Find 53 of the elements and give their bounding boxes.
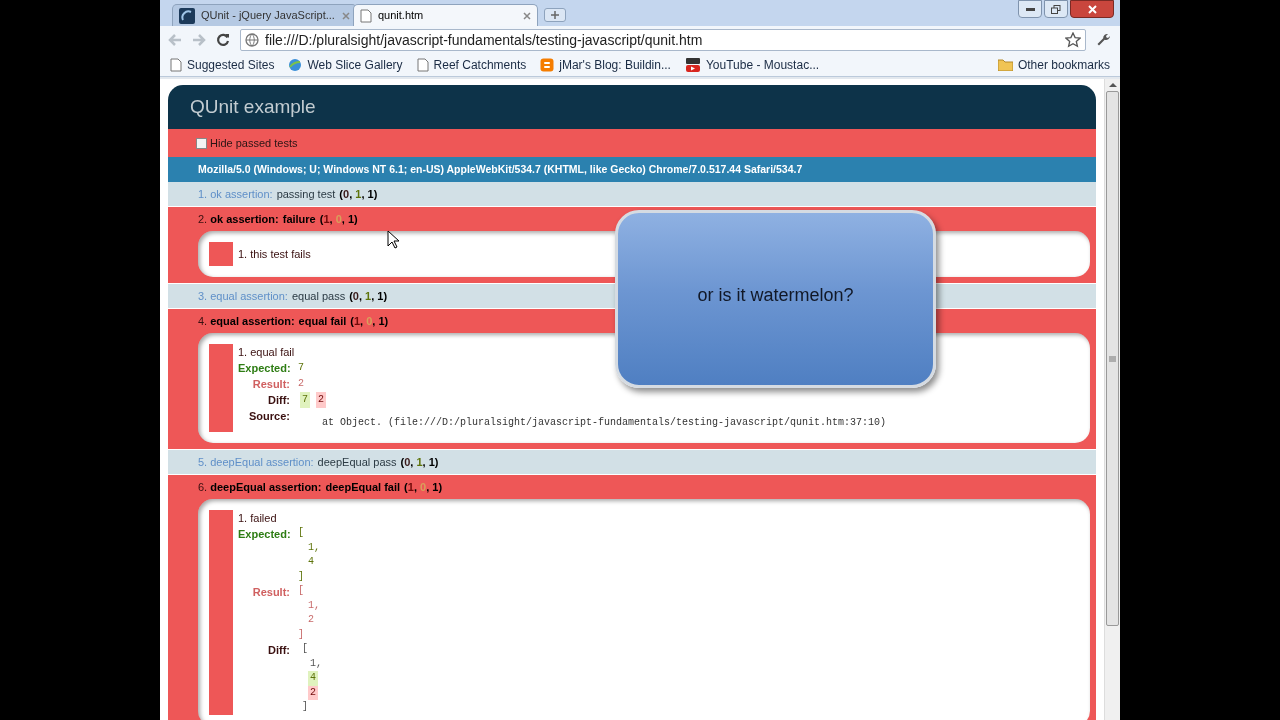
test-module: 6. deepEqual assertion: <box>198 479 322 495</box>
tab-title: QUnit - jQuery JavaScript... <box>201 8 336 24</box>
test-name: equal pass <box>291 288 346 304</box>
test-module: 3. equal assertion: <box>198 288 288 304</box>
value-text: ] <box>298 569 304 584</box>
field-label: Diff: <box>267 393 290 408</box>
test-counts: (1, 0, 1) <box>404 479 443 495</box>
value-text: 2 <box>308 613 314 627</box>
test-counts: (0, 1, 1) <box>349 288 388 304</box>
test-name: equal fail <box>298 313 347 329</box>
inserted-text: 4 <box>308 671 318 686</box>
value-text: 1, <box>308 540 320 555</box>
callout-text: or is it watermelon? <box>697 283 854 307</box>
test-name: deepEqual fail <box>325 479 401 495</box>
field-label: Diff: <box>267 643 290 658</box>
test-module: 2. ok assertion: <box>198 211 279 227</box>
value-text: 4 <box>308 555 314 569</box>
diff-text: 1, <box>309 656 323 671</box>
inserted-text: 7 <box>300 392 310 408</box>
page-title: QUnit example <box>190 94 316 119</box>
field-label: Source: <box>248 409 290 424</box>
test-name: passing test <box>276 186 336 202</box>
field-label: Result: <box>251 377 290 392</box>
field-label: Result: <box>251 585 290 600</box>
value-text: ] <box>298 627 304 642</box>
field-label: Expected: <box>238 361 290 376</box>
test-module: 5. deepEqual assertion: <box>198 454 314 470</box>
diff-text: [ <box>301 642 309 656</box>
assertion-message: 1. failed <box>238 511 278 526</box>
test-counts: (0, 1, 1) <box>400 454 439 470</box>
test-counts: (0, 1, 1) <box>339 186 378 202</box>
user-agent-text: Mozilla/5.0 (Windows; U; Windows NT 6.1; en-US) AppleWebKit/534.7 (KHTML, like Gecko) Chrome/7.0.517.44 Safari/534.7 <box>198 161 803 177</box>
diff-text: ] <box>301 700 309 714</box>
value-text: 2 <box>298 377 304 391</box>
source-text: at Object. (file:///D:/pluralsight/javascript-fundamentals/testing-javascript/qunit.htm:37:10) <box>322 417 887 428</box>
url-text: file:///D:/pluralsight/javascript-fundamentals/testing-javascript/qunit.htm <box>265 30 704 50</box>
test-module: 1. ok assertion: <box>198 186 273 202</box>
field-label: Expected: <box>238 527 290 542</box>
tab-title: qunit.htm <box>378 8 425 24</box>
test-counts: (1, 0, 1) <box>350 313 389 329</box>
value-text: 7 <box>298 361 304 375</box>
value-text: [ <box>298 584 304 598</box>
test-name: failure <box>282 211 316 227</box>
assertion-message: 1. equal fail <box>238 345 296 360</box>
test-counts: (1, 0, 1) <box>319 211 358 227</box>
checkbox-label: Hide passed tests <box>210 135 298 151</box>
deleted-text: 2 <box>316 392 327 408</box>
value-text: [ <box>298 526 304 540</box>
deleted-text: 2 <box>308 685 318 700</box>
value-text: 1, <box>308 598 320 613</box>
test-module: 4. equal assertion: <box>198 313 295 329</box>
assertion-message: 1. this test fails <box>238 247 311 262</box>
test-name: deepEqual pass <box>317 454 397 470</box>
